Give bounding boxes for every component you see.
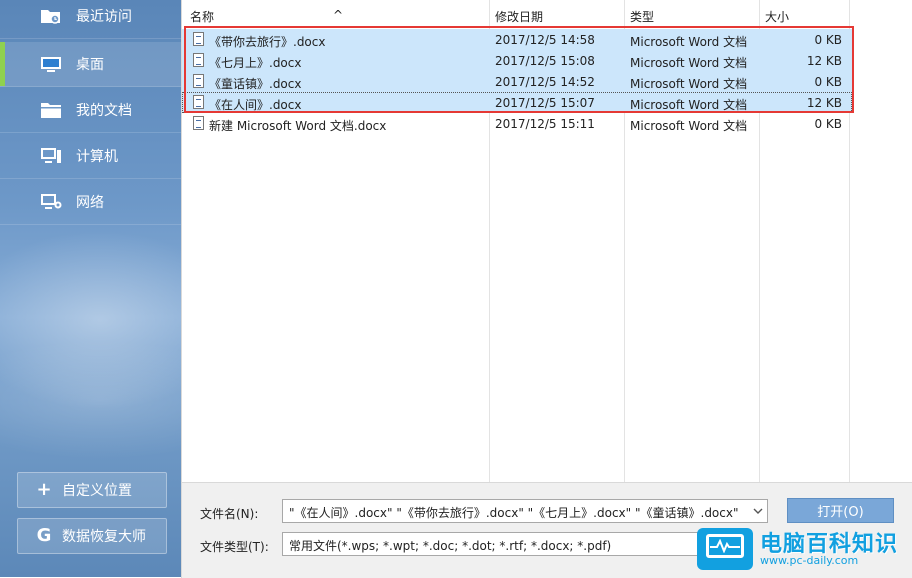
file-name: 《七月上》.docx bbox=[209, 56, 302, 70]
word-document-icon bbox=[193, 53, 204, 67]
data-recovery-label: 数据恢复大师 bbox=[62, 529, 146, 545]
file-name: 新建 Microsoft Word 文档.docx bbox=[209, 119, 387, 133]
sidebar-item-network[interactable]: 网络 bbox=[0, 180, 181, 225]
file-size: 0 KB bbox=[814, 75, 842, 89]
filename-value: "《在人间》.docx" "《带你去旅行》.docx" "《七月上》.docx"… bbox=[289, 506, 739, 520]
file-size: 0 KB bbox=[814, 117, 842, 131]
file-modified: 2017/12/5 14:58 bbox=[495, 33, 595, 47]
file-modified: 2017/12/5 15:07 bbox=[495, 96, 595, 110]
watermark-logo-icon bbox=[697, 528, 753, 570]
word-document-icon bbox=[193, 95, 204, 109]
desktop-icon bbox=[40, 55, 62, 73]
file-size: 12 KB bbox=[806, 96, 842, 110]
sort-ascending-icon: ^ bbox=[333, 8, 344, 22]
sidebar-glow-secondary bbox=[0, 340, 181, 460]
filename-input[interactable]: "《在人间》.docx" "《带你去旅行》.docx" "《七月上》.docx"… bbox=[282, 499, 768, 523]
documents-folder-icon bbox=[40, 101, 62, 119]
file-modified: 2017/12/5 15:11 bbox=[495, 117, 595, 131]
column-header-name[interactable]: 名称 bbox=[190, 8, 214, 25]
file-modified: 2017/12/5 14:52 bbox=[495, 75, 595, 89]
file-type: Microsoft Word 文档 bbox=[630, 56, 748, 70]
custom-location-label: 自定义位置 bbox=[62, 483, 132, 499]
pulse-wave-icon bbox=[710, 539, 740, 553]
sidebar-item-computer[interactable]: 计算机 bbox=[0, 134, 181, 179]
file-row[interactable]: 《七月上》.docx 2017/12/5 15:08 Microsoft Wor… bbox=[182, 50, 852, 71]
word-document-icon bbox=[193, 74, 204, 88]
sidebar-item-desktop[interactable]: 桌面 bbox=[0, 42, 181, 87]
column-header-modified[interactable]: 修改日期 bbox=[495, 8, 543, 25]
sidebar-item-label: 我的文档 bbox=[76, 103, 132, 119]
sidebar-item-documents[interactable]: 我的文档 bbox=[0, 88, 181, 133]
file-type: Microsoft Word 文档 bbox=[630, 77, 748, 91]
file-name: 《童话镇》.docx bbox=[209, 77, 302, 91]
word-document-icon bbox=[193, 116, 204, 130]
column-header-size[interactable]: 大小 bbox=[765, 8, 789, 25]
sidebar-item-label: 桌面 bbox=[76, 57, 104, 73]
file-row[interactable]: 《带你去旅行》.docx 2017/12/5 14:58 Microsoft W… bbox=[182, 29, 852, 50]
watermark-url: www.pc-daily.com bbox=[760, 554, 859, 567]
word-document-icon bbox=[193, 32, 204, 46]
recovery-logo-icon: G bbox=[36, 525, 52, 546]
file-name: 《在人间》.docx bbox=[209, 98, 302, 112]
file-size: 0 KB bbox=[814, 33, 842, 47]
watermark: 电脑百科知识 www.pc-daily.com bbox=[697, 498, 912, 577]
file-modified: 2017/12/5 15:08 bbox=[495, 54, 595, 68]
filetype-label: 文件类型(T): bbox=[200, 540, 269, 554]
file-name: 《带你去旅行》.docx bbox=[209, 35, 326, 49]
custom-location-button[interactable]: + 自定义位置 bbox=[17, 472, 167, 508]
filetype-value: 常用文件(*.wps; *.wpt; *.doc; *.dot; *.rtf; … bbox=[289, 539, 612, 553]
network-icon bbox=[40, 193, 62, 211]
data-recovery-button[interactable]: G 数据恢复大师 bbox=[17, 518, 167, 554]
file-row[interactable]: 《在人间》.docx 2017/12/5 15:07 Microsoft Wor… bbox=[182, 92, 852, 113]
sidebar-item-label: 网络 bbox=[76, 195, 104, 211]
file-list[interactable]: ^ 名称 修改日期 类型 大小 《带你去旅行》.docx 2017/12/5 1… bbox=[181, 0, 912, 482]
file-row[interactable]: 新建 Microsoft Word 文档.docx 2017/12/5 15:1… bbox=[182, 113, 852, 134]
computer-icon bbox=[40, 147, 62, 165]
file-size: 12 KB bbox=[806, 54, 842, 68]
column-header-type[interactable]: 类型 bbox=[630, 8, 654, 25]
file-type: Microsoft Word 文档 bbox=[630, 98, 748, 112]
column-header-row: ^ 名称 修改日期 类型 大小 bbox=[182, 0, 912, 27]
sidebar: 最近访问 桌面 我的文档 计算机 网络 + 自定义位置 G 数据恢复大师 bbox=[0, 0, 181, 577]
recent-folder-icon bbox=[40, 7, 62, 25]
file-type: Microsoft Word 文档 bbox=[630, 35, 748, 49]
filename-label: 文件名(N): bbox=[200, 507, 259, 521]
filetype-select[interactable]: 常用文件(*.wps; *.wpt; *.doc; *.dot; *.rtf; … bbox=[282, 532, 702, 556]
file-type: Microsoft Word 文档 bbox=[630, 119, 748, 133]
sidebar-item-label: 最近访问 bbox=[76, 9, 132, 25]
sidebar-item-label: 计算机 bbox=[76, 149, 118, 165]
plus-icon: + bbox=[36, 479, 52, 500]
sidebar-item-recent[interactable]: 最近访问 bbox=[0, 0, 181, 39]
file-row[interactable]: 《童话镇》.docx 2017/12/5 14:52 Microsoft Wor… bbox=[182, 71, 852, 92]
